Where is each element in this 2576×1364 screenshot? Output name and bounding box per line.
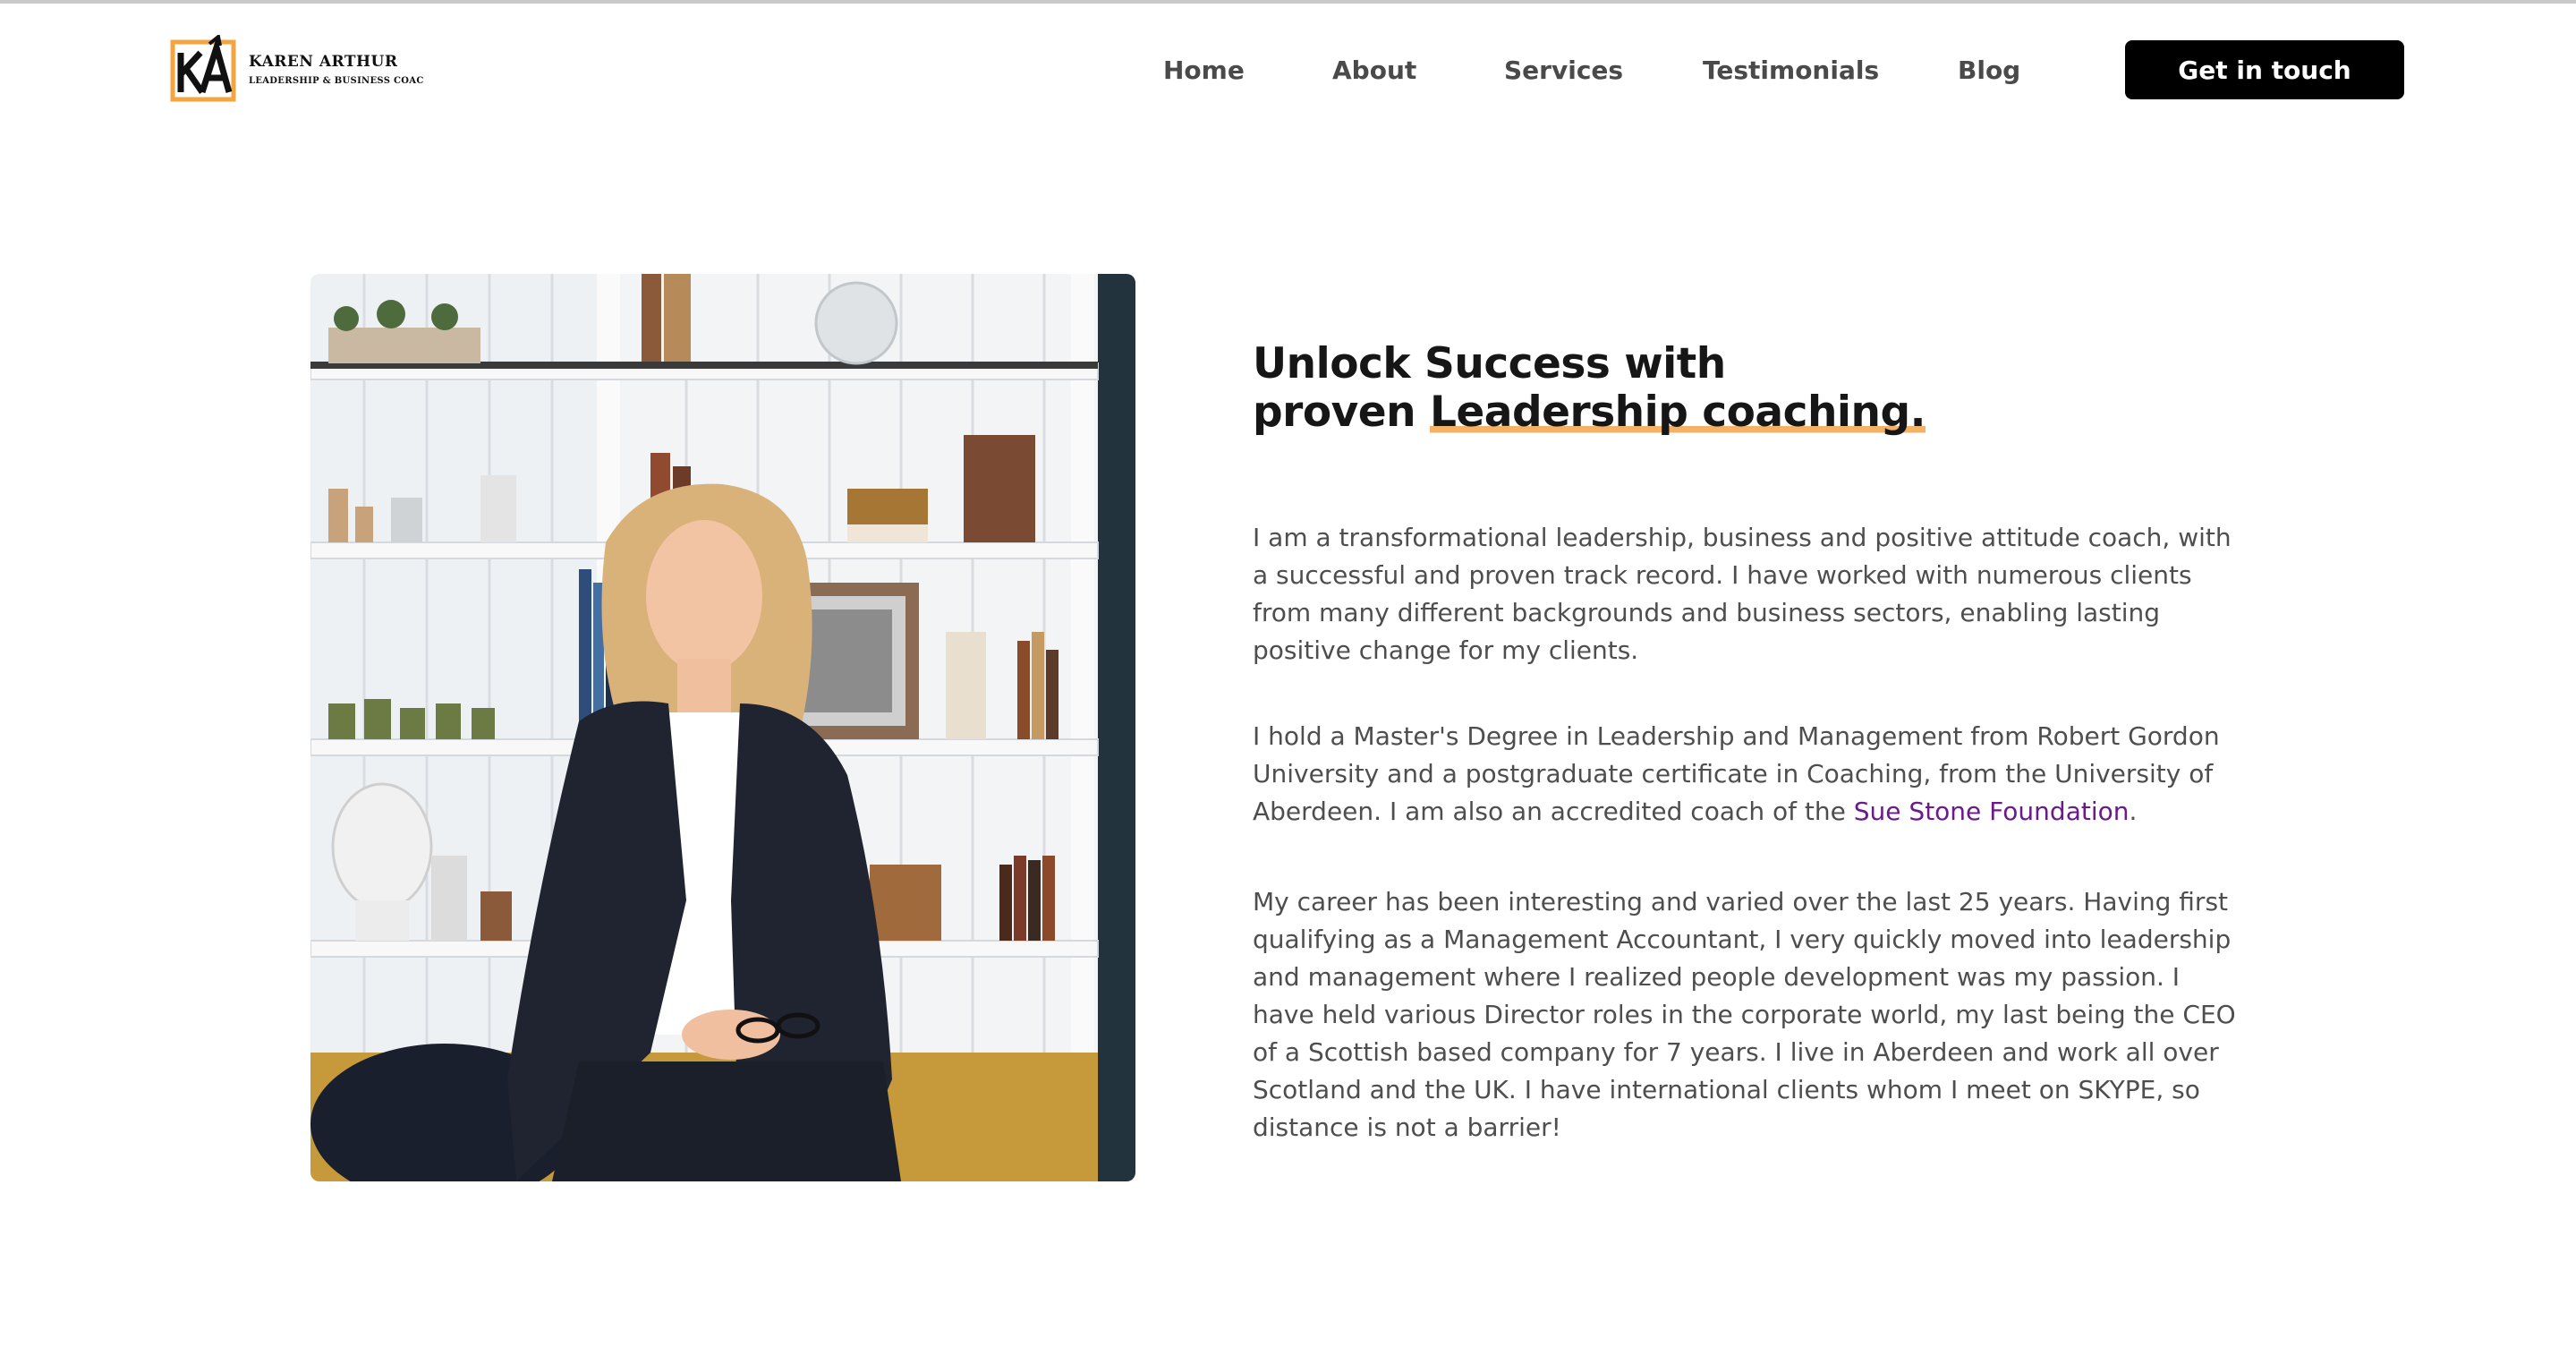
get-in-touch-button[interactable]: Get in touch [2125, 40, 2404, 99]
headline-line-2-prefix: proven [1253, 388, 1430, 437]
qualifications-paragraph: I hold a Master's Degree in Leadership a… [1253, 718, 2237, 831]
page-headline: Unlock Success with proven Leadership co… [1253, 340, 2237, 437]
about-content: Unlock Success with proven Leadership co… [1253, 340, 2237, 1143]
nav-services[interactable]: Services [1504, 55, 1623, 85]
hero-photo [310, 274, 1135, 1181]
sue-stone-foundation-link[interactable]: Sue Stone Foundation [1854, 797, 2130, 826]
logo-mark-icon [170, 33, 238, 103]
headline-line-1: Unlock Success with [1253, 339, 1726, 388]
site-logo[interactable]: KAREN ARTHUR LEADERSHIP & BUSINESS COAC [170, 33, 424, 104]
intro-paragraph: I am a transformational leadership, busi… [1253, 523, 2232, 665]
qualifications-end: . [2129, 797, 2138, 826]
nav-home[interactable]: Home [1163, 55, 1245, 85]
logo-name: KAREN ARTHUR [249, 52, 398, 71]
portrait-illustration [310, 274, 1135, 1181]
nav-about[interactable]: About [1332, 55, 1416, 85]
headline-highlight: Leadership coaching. [1429, 388, 1926, 437]
nav-testimonials[interactable]: Testimonials [1703, 55, 1879, 85]
top-border [0, 0, 2576, 4]
career-paragraph: My career has been interesting and varie… [1253, 887, 2236, 1142]
nav-blog[interactable]: Blog [1958, 55, 2020, 85]
logo-tagline: LEADERSHIP & BUSINESS COAC [249, 75, 424, 86]
